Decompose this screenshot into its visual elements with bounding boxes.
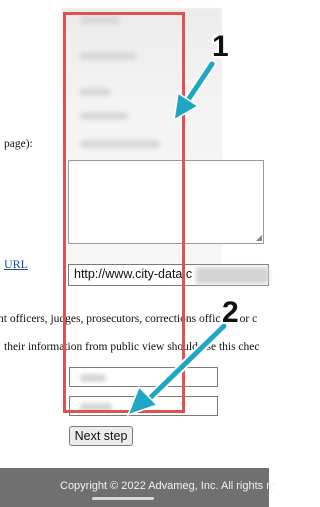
arrow-1-icon [173,59,217,122]
arrow-2-icon [126,321,229,417]
home-indicator[interactable] [92,497,154,500]
step-marker-1: 1 [212,30,229,63]
step-marker-2: 2 [222,296,239,329]
footer-copyright: Copyright © 2022 Advameg, Inc. All right… [60,480,276,492]
annotation-arrows [126,59,229,417]
